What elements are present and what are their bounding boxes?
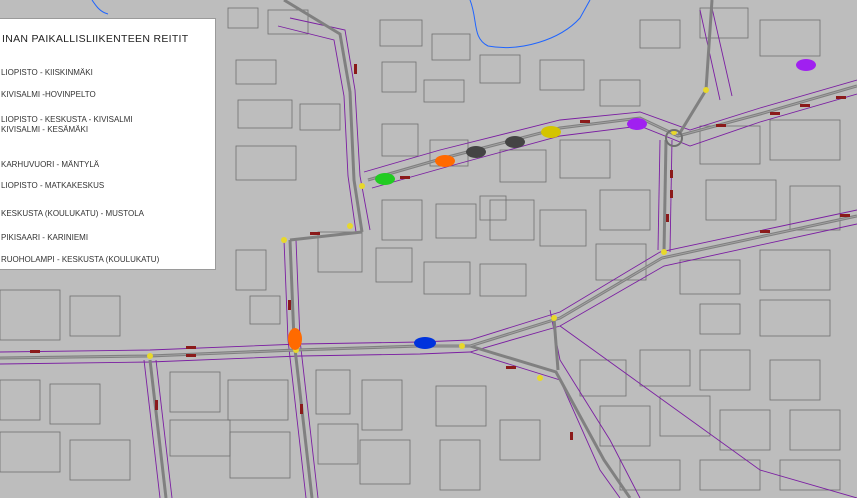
legend-route-label: PIKISAARI - KARINIEMI xyxy=(1,232,89,242)
dark-grey-bus-marker-1[interactable] xyxy=(505,136,525,148)
purple-bus-marker-roundabout[interactable] xyxy=(627,118,647,130)
legend-route-2: KIVISALMI -HOVINPELTO xyxy=(1,89,96,99)
legend-route-label: LIOPISTO - KESKUSTA - KIVISALMI xyxy=(1,114,133,124)
legend-route-label: KIVISALMI -HOVINPELTO xyxy=(1,89,96,99)
legend-route-label-secondary: KIVISALMI - KESÄMÄKI xyxy=(1,124,89,134)
legend-route-label: KARHUVUORI - MÄNTYLÄ xyxy=(1,159,100,169)
purple-bus-marker-ne[interactable] xyxy=(796,59,816,71)
yellow-bus-marker[interactable] xyxy=(541,126,561,138)
legend-route-7: PIKISAARI - KARINIEMI xyxy=(1,232,88,242)
legend-title: INAN PAIKALLISLIIKENTEEN REITIT xyxy=(2,33,189,45)
legend-route-3: LIOPISTO - KESKUSTA - KIVISALMI KIVISALM… xyxy=(1,114,133,134)
orange-bus-marker-west[interactable] xyxy=(288,328,302,350)
orange-bus-marker-north[interactable] xyxy=(435,155,455,167)
legend-route-6: KESKUSTA (KOULUKATU) - MUSTOLA xyxy=(1,208,144,218)
legend-route-8: RUOHOLAMPI - KESKUSTA (KOULUKATU) xyxy=(1,254,159,264)
green-bus-marker[interactable] xyxy=(375,173,395,185)
legend-route-5: LIOPISTO - MATKAKESKUS xyxy=(1,180,104,190)
dark-grey-bus-marker-2[interactable] xyxy=(466,146,486,158)
blue-bus-marker[interactable] xyxy=(414,337,436,349)
legend-route-label: LIOPISTO - MATKAKESKUS xyxy=(1,180,105,190)
legend-route-label: KESKUSTA (KOULUKATU) - MUSTOLA xyxy=(1,208,145,218)
legend-route-1: LIOPISTO - KIISKINMÄKI xyxy=(1,67,93,77)
route-legend: INAN PAIKALLISLIIKENTEEN REITIT LIOPISTO… xyxy=(0,18,216,270)
legend-route-4: KARHUVUORI - MÄNTYLÄ xyxy=(1,159,99,169)
legend-route-label: LIOPISTO - KIISKINMÄKI xyxy=(1,67,93,77)
legend-route-label: RUOHOLAMPI - KESKUSTA (KOULUKATU) xyxy=(1,254,160,264)
